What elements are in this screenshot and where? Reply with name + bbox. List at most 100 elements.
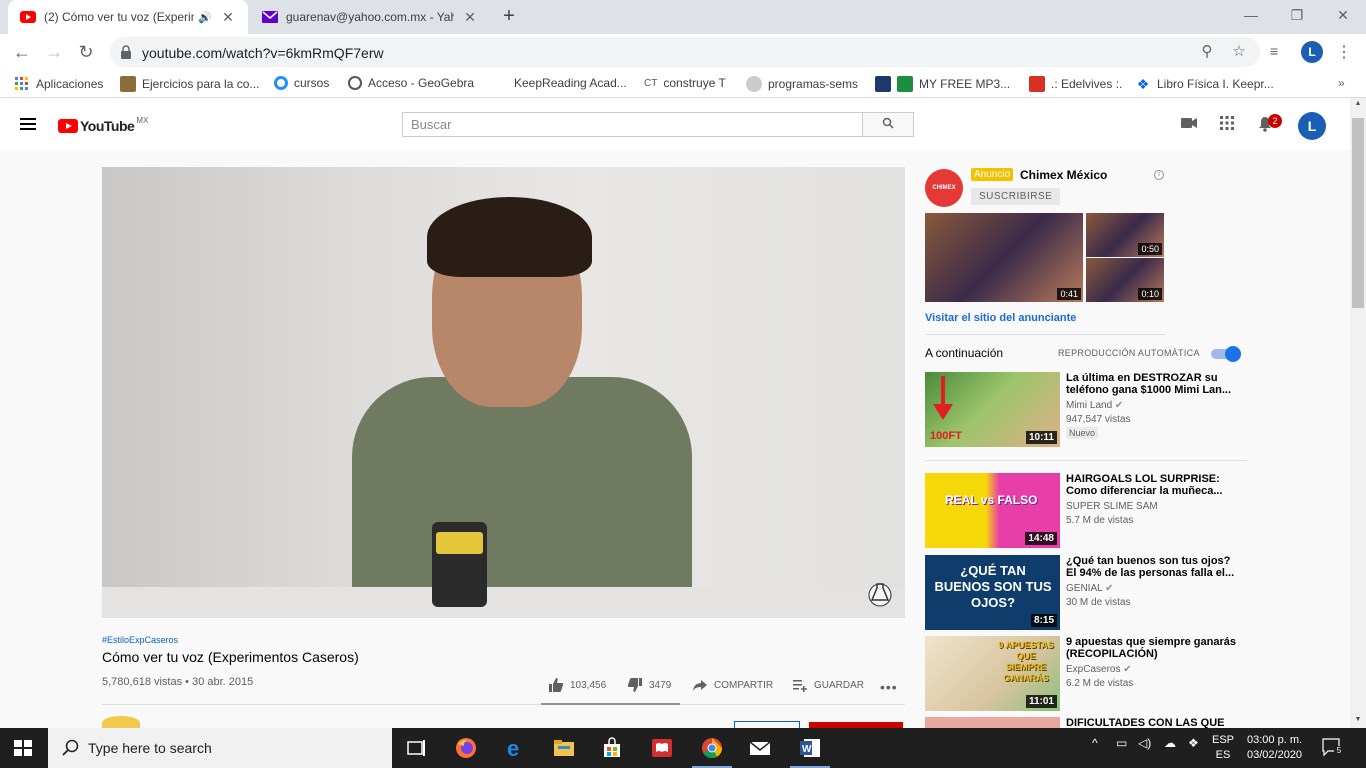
video-thumbnail[interactable]: 9 APUESTAS QUE SIEMPRE GANARÁS 11:01 bbox=[925, 636, 1060, 711]
bookmark-keepreading[interactable]: KeepReading Acad... bbox=[514, 76, 627, 90]
channel-name[interactable]: GENIAL ✔ bbox=[1066, 583, 1113, 594]
create-video-icon[interactable] bbox=[1180, 116, 1198, 134]
channel-name[interactable]: ExpCaseros ✔ bbox=[1066, 664, 1132, 675]
bookmark-star-icon[interactable]: ☆ bbox=[1230, 43, 1248, 61]
firefox-icon[interactable] bbox=[454, 736, 478, 760]
recommended-video[interactable]: 9 APUESTAS QUE SIEMPRE GANARÁS 11:01 9 a… bbox=[925, 636, 1255, 711]
minimize-button[interactable]: — bbox=[1228, 0, 1274, 30]
ad-video-duration: 0:10 bbox=[1138, 288, 1162, 300]
bookmark-cursos[interactable]: cursos bbox=[274, 76, 329, 90]
task-view-icon[interactable] bbox=[404, 736, 428, 760]
bookmark-label: construye T bbox=[663, 76, 726, 90]
like-button[interactable]: 103,456 bbox=[548, 677, 606, 693]
save-button[interactable]: GUARDAR bbox=[792, 677, 864, 693]
autoplay-toggle[interactable] bbox=[1211, 346, 1241, 362]
language-indicator[interactable]: ESP ES bbox=[1212, 733, 1234, 763]
bookmark-ejercicios[interactable]: Ejercicios para la co... bbox=[120, 76, 259, 92]
apps-icon[interactable] bbox=[1218, 116, 1236, 134]
action-center-button[interactable]: 5 bbox=[1322, 738, 1344, 758]
youtube-logo[interactable]: YouTube MX bbox=[58, 116, 148, 134]
video-title[interactable]: HAIRGOALS LOL SURPRISE: Como diferenciar… bbox=[1066, 473, 1236, 497]
network-icon[interactable]: ☁ bbox=[1164, 736, 1176, 750]
video-title[interactable]: ¿Qué tan buenos son tus ojos? El 94% de … bbox=[1066, 555, 1236, 579]
channel-watermark-icon[interactable] bbox=[868, 579, 892, 607]
scroll-down-arrow-icon[interactable]: ▼ bbox=[1353, 716, 1363, 726]
new-tab-button[interactable]: + bbox=[498, 6, 520, 28]
video-thumbnail[interactable]: 100FT 10:11 bbox=[925, 372, 1060, 447]
visit-advertiser-link[interactable]: Visitar el sitio del anunciante bbox=[925, 312, 1076, 324]
ad-info-icon[interactable]: i bbox=[1154, 170, 1164, 180]
advertiser-name[interactable]: Chimex México bbox=[1020, 168, 1107, 182]
dislike-button[interactable]: 3479 bbox=[627, 677, 671, 693]
close-tab-icon[interactable]: ✕ bbox=[462, 9, 478, 26]
browser-profile-avatar[interactable]: L bbox=[1301, 41, 1323, 63]
bookmark-programas-sems[interactable]: programas-sems bbox=[746, 76, 858, 92]
bookmark-myfreemp3[interactable]: MY FREE MP3... bbox=[875, 76, 1010, 92]
svg-text:e: e bbox=[507, 736, 519, 760]
tab-yahoo-mail[interactable]: guarenav@yahoo.com.mx - Yaho ✕ bbox=[250, 0, 490, 34]
browser-menu-icon[interactable]: ⋮ bbox=[1336, 42, 1352, 62]
address-bar[interactable]: youtube.com/watch?v=6kmRmQF7erw ⚲ ☆ bbox=[110, 37, 1260, 67]
dropbox-tray-icon[interactable]: ❖ bbox=[1188, 736, 1199, 750]
ad-video-thumbnail[interactable]: 0:50 bbox=[1086, 213, 1164, 257]
recommended-video[interactable]: REAL vs FALSO 14:48 HAIRGOALS LOL SURPRI… bbox=[925, 473, 1255, 548]
search-input[interactable]: Buscar bbox=[402, 112, 863, 137]
recommended-video[interactable]: ¿QUÉ TAN BUENOS SON TUS OJOS? 8:15 ¿Qué … bbox=[925, 555, 1255, 630]
back-button[interactable]: ← bbox=[10, 40, 34, 64]
taskbar-search-box[interactable]: Type here to search bbox=[48, 728, 392, 768]
advertiser-logo[interactable]: CHIMEX bbox=[925, 169, 963, 207]
scrollbar-thumb[interactable] bbox=[1352, 118, 1364, 308]
bookmark-geogebra[interactable]: Acceso - GeoGebra bbox=[348, 76, 474, 90]
share-button[interactable]: COMPARTIR bbox=[692, 677, 773, 693]
forward-button[interactable]: → bbox=[42, 40, 66, 64]
restore-button[interactable]: ❐ bbox=[1274, 0, 1320, 30]
bookmark-construye-t[interactable]: CT construye T bbox=[644, 76, 726, 90]
media-control-icon[interactable]: ≡ bbox=[1270, 43, 1288, 59]
autoplay-label: REPRODUCCIÓN AUTOMÁTICA bbox=[1058, 348, 1200, 358]
thumbs-down-icon bbox=[627, 678, 642, 692]
video-player[interactable] bbox=[102, 167, 905, 618]
channel-name[interactable]: Mimi Land ✔ bbox=[1066, 400, 1123, 411]
video-thumbnail[interactable]: REAL vs FALSO 14:48 bbox=[925, 473, 1060, 548]
mail-icon[interactable] bbox=[748, 736, 772, 760]
ad-video-thumbnail[interactable]: 0:10 bbox=[1086, 258, 1164, 302]
video-title[interactable]: La última en DESTROZAR su teléfono gana … bbox=[1066, 372, 1236, 396]
scroll-up-arrow-icon[interactable]: ▲ bbox=[1353, 100, 1363, 110]
search-button[interactable] bbox=[862, 112, 914, 137]
microsoft-store-icon[interactable] bbox=[600, 736, 624, 760]
zoom-search-icon[interactable]: ⚲ bbox=[1198, 43, 1216, 61]
youtube-account-avatar[interactable]: L bbox=[1298, 112, 1326, 140]
windows-start-icon[interactable] bbox=[14, 740, 32, 756]
bookmark-libro-fisica[interactable]: ❖ Libro Física I. Keepr... bbox=[1135, 76, 1274, 92]
page-scrollbar[interactable]: ▲ ▼ bbox=[1350, 98, 1366, 728]
book-app-icon[interactable] bbox=[650, 736, 674, 760]
video-thumbnail[interactable]: ¿QUÉ TAN BUENOS SON TUS OJOS? 8:15 bbox=[925, 555, 1060, 630]
recommended-video[interactable]: 100FT 10:11 La última en DESTROZAR su te… bbox=[925, 372, 1255, 447]
more-actions-icon[interactable]: ••• bbox=[880, 679, 898, 695]
chrome-icon[interactable] bbox=[700, 736, 724, 760]
close-tab-icon[interactable]: ✕ bbox=[220, 9, 236, 26]
speaker-icon[interactable]: 🔊 bbox=[198, 11, 212, 24]
more-bookmarks-icon[interactable]: » bbox=[1338, 76, 1345, 90]
menu-icon[interactable] bbox=[20, 118, 36, 130]
video-thumbnail[interactable] bbox=[925, 717, 1060, 728]
ad-subscribe-button[interactable]: SUSCRIBIRSE bbox=[971, 188, 1061, 205]
close-window-button[interactable]: ✕ bbox=[1320, 0, 1366, 30]
video-title[interactable]: DIFICULTADES CON LAS QUE bbox=[1066, 717, 1236, 728]
show-hidden-icons-icon[interactable]: ^ bbox=[1092, 736, 1098, 750]
tab-youtube[interactable]: (2) Cómo ver tu voz (Experim 🔊 ✕ bbox=[8, 0, 248, 34]
video-hashtag-link[interactable]: #EstiloExpCaseros bbox=[102, 635, 178, 645]
volume-icon[interactable]: ◁) bbox=[1138, 736, 1151, 750]
battery-icon[interactable]: ▭ bbox=[1116, 736, 1127, 750]
file-explorer-icon[interactable] bbox=[552, 736, 576, 760]
bookmark-apps[interactable]: Aplicaciones bbox=[14, 76, 103, 92]
bookmark-edelvives[interactable]: .: Edelvives :. bbox=[1029, 76, 1122, 92]
taskbar-clock[interactable]: 03:00 p. m. 03/02/2020 bbox=[1247, 733, 1302, 763]
reload-button[interactable]: ↻ bbox=[74, 40, 98, 64]
video-title[interactable]: 9 apuestas que siempre ganarás (RECOPILA… bbox=[1066, 636, 1236, 660]
ad-video-thumbnail[interactable]: 0:41 bbox=[925, 213, 1083, 302]
word-icon[interactable]: W bbox=[798, 736, 822, 760]
channel-name[interactable]: SUPER SLIME SAM bbox=[1066, 501, 1158, 512]
recommended-video[interactable]: DIFICULTADES CON LAS QUE bbox=[925, 717, 1255, 728]
edge-icon[interactable]: e bbox=[504, 736, 528, 760]
